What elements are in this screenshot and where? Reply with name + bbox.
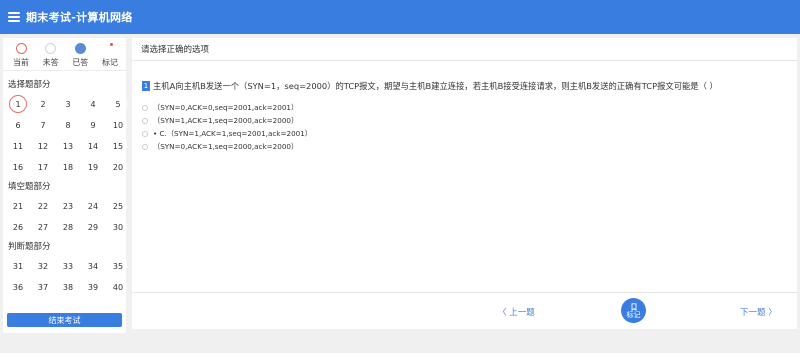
question-panel: 请选择正确的选项 1 主机A向主机B发送一个（SYN=1，seq=2000）的T… bbox=[132, 38, 800, 329]
question-number-button[interactable]: 25 bbox=[109, 197, 127, 215]
top-bar: 期末考试-计算机网络 bbox=[0, 0, 800, 34]
app-title: 期末考试-计算机网络 bbox=[26, 11, 133, 24]
section-title-choice: 选择题部分 bbox=[8, 80, 51, 90]
navigation-footer: 〈 上一题 标记 下一题 〉 bbox=[132, 292, 800, 329]
question-grid-choice: 1 2 3 4 5 6 7 8 9 10 11 12 13 14 15 16 1… bbox=[3, 95, 127, 176]
question-number-button[interactable]: 35 bbox=[109, 257, 127, 275]
question-number-button[interactable]: 11 bbox=[9, 137, 27, 155]
question-number-button[interactable]: 40 bbox=[109, 278, 127, 296]
prev-question-button[interactable]: 〈 上一题 bbox=[498, 306, 535, 318]
legend-marked: 标记 bbox=[98, 43, 122, 70]
option-a[interactable]: （SYN=0,ACK=0,seq=2001,ack=2001） bbox=[142, 101, 312, 114]
question-number-button[interactable]: 13 bbox=[59, 137, 77, 155]
question-number-button[interactable]: 33 bbox=[59, 257, 77, 275]
question-number-button[interactable]: 14 bbox=[84, 137, 102, 155]
question-number-button[interactable]: 19 bbox=[84, 158, 102, 176]
option-text: （SYN=0,ACK=0,seq=2001,ack=2001） bbox=[153, 102, 299, 112]
question-number-button[interactable]: 7 bbox=[34, 116, 52, 134]
legend-current-label: 当前 bbox=[13, 58, 29, 67]
question-number-button[interactable]: 6 bbox=[9, 116, 27, 134]
question-number-button[interactable]: 31 bbox=[9, 257, 27, 275]
section-title-judge: 判断题部分 bbox=[8, 242, 51, 252]
marked-dot-icon bbox=[104, 43, 116, 54]
question-text: 主机A向主机B发送一个（SYN=1，seq=2000）的TCP报文，期望与主机B… bbox=[153, 81, 718, 91]
question-grid-judge: 31 32 33 34 35 36 37 38 39 40 bbox=[3, 257, 127, 296]
question-number-button[interactable]: 27 bbox=[34, 218, 52, 236]
legend-answered: 已答 bbox=[68, 43, 92, 70]
next-question-button[interactable]: 下一题 〉 bbox=[740, 306, 777, 318]
question-grid-fill: 21 22 23 24 25 26 27 28 29 30 bbox=[3, 197, 127, 236]
question-number-button[interactable]: 20 bbox=[109, 158, 127, 176]
radio-icon[interactable] bbox=[142, 104, 148, 111]
option-b[interactable]: （SYN=1,ACK=1,seq=2000,ack=2000） bbox=[142, 114, 312, 127]
question-number-button[interactable]: 5 bbox=[109, 95, 127, 113]
question-number-button[interactable]: 15 bbox=[109, 137, 127, 155]
question-number-button[interactable]: 2 bbox=[34, 95, 52, 113]
question-number-button[interactable]: 10 bbox=[109, 116, 127, 134]
option-text: （SYN=1,ACK=1,seq=2000,ack=2000） bbox=[153, 115, 299, 125]
instruction-header: 请选择正确的选项 bbox=[132, 38, 800, 61]
answer-options: （SYN=0,ACK=0,seq=2001,ack=2001） （SYN=1,A… bbox=[142, 101, 312, 153]
question-number-badge: 1 bbox=[142, 81, 150, 91]
question-number-button[interactable]: 39 bbox=[84, 278, 102, 296]
menu-icon[interactable] bbox=[8, 12, 20, 22]
radio-icon[interactable] bbox=[142, 130, 148, 137]
question-number-button[interactable]: 21 bbox=[9, 197, 27, 215]
question-stem: 1 主机A向主机B发送一个（SYN=1，seq=2000）的TCP报文，期望与主… bbox=[142, 80, 718, 92]
legend-answered-label: 已答 bbox=[72, 58, 89, 67]
bookmark-icon bbox=[631, 302, 636, 311]
question-number-button[interactable]: 26 bbox=[9, 218, 27, 236]
answered-dot-icon bbox=[74, 43, 86, 54]
question-number-button[interactable]: 23 bbox=[59, 197, 77, 215]
mark-button[interactable]: 标记 bbox=[621, 298, 646, 323]
question-number-button[interactable]: 16 bbox=[9, 158, 27, 176]
question-number-button[interactable]: 4 bbox=[84, 95, 102, 113]
question-sidebar: 当前 未答 已答 标记 选择题部分 1 2 3 4 5 6 7 8 9 10 1… bbox=[3, 38, 127, 333]
question-number-button[interactable]: 12 bbox=[34, 137, 52, 155]
legend-unanswered-label: 未答 bbox=[42, 58, 59, 67]
question-number-button[interactable]: 9 bbox=[84, 116, 102, 134]
question-number-button[interactable]: 37 bbox=[34, 278, 52, 296]
status-legend: 当前 未答 已答 标记 bbox=[3, 38, 126, 71]
legend-current: 当前 bbox=[9, 43, 33, 70]
section-title-fill: 填空题部分 bbox=[8, 182, 51, 192]
question-number-button[interactable]: 17 bbox=[34, 158, 52, 176]
unanswered-dot-icon bbox=[45, 43, 57, 54]
question-number-button[interactable]: 29 bbox=[84, 218, 102, 236]
option-c[interactable]: • C.（SYN=1,ACK=1,seq=2001,ack=2001） bbox=[142, 127, 312, 140]
option-text: • C.（SYN=1,ACK=1,seq=2001,ack=2001） bbox=[153, 128, 312, 138]
question-number-button[interactable]: 24 bbox=[84, 197, 102, 215]
question-number-button[interactable]: 22 bbox=[34, 197, 52, 215]
current-dot-icon bbox=[15, 43, 27, 54]
question-number-button[interactable]: 1 bbox=[9, 95, 27, 113]
question-number-button[interactable]: 34 bbox=[84, 257, 102, 275]
question-number-button[interactable]: 3 bbox=[59, 95, 77, 113]
question-number-button[interactable]: 8 bbox=[59, 116, 77, 134]
option-text: （SYN=0,ACK=1,seq=2000,ack=2000） bbox=[153, 141, 299, 151]
question-number-button[interactable]: 32 bbox=[34, 257, 52, 275]
end-exam-button[interactable]: 结束考试 bbox=[7, 313, 122, 327]
legend-marked-label: 标记 bbox=[101, 58, 118, 67]
mark-label: 标记 bbox=[626, 310, 641, 319]
legend-unanswered: 未答 bbox=[39, 43, 63, 70]
radio-icon[interactable] bbox=[142, 143, 148, 150]
radio-icon[interactable] bbox=[142, 117, 148, 124]
question-number-button[interactable]: 18 bbox=[59, 158, 77, 176]
option-d[interactable]: （SYN=0,ACK=1,seq=2000,ack=2000） bbox=[142, 140, 312, 153]
question-number-button[interactable]: 38 bbox=[59, 278, 77, 296]
question-number-button[interactable]: 28 bbox=[59, 218, 77, 236]
question-number-button[interactable]: 30 bbox=[109, 218, 127, 236]
question-number-button[interactable]: 36 bbox=[9, 278, 27, 296]
